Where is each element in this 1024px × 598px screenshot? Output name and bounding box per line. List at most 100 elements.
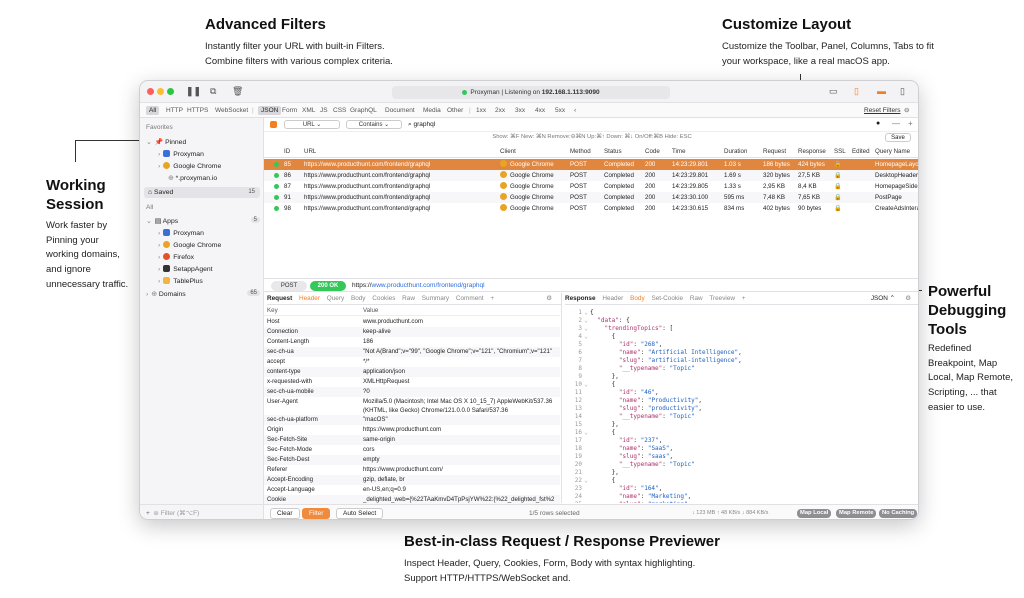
- col-time[interactable]: Time: [672, 146, 686, 158]
- header-row[interactable]: x-requested-with XMLHttpRequest: [264, 377, 560, 387]
- filter-json[interactable]: JSON: [258, 106, 282, 115]
- layout-icon[interactable]: ▭: [829, 86, 838, 97]
- header-row[interactable]: Referer https://www.producthunt.com/: [264, 465, 560, 475]
- header-row[interactable]: sec-ch-ua-platform "macOS": [264, 415, 560, 425]
- request-settings-icon[interactable]: ⚙: [546, 293, 552, 305]
- filter-https[interactable]: HTTPS: [187, 103, 208, 118]
- sidebar-item-app-tableplus[interactable]: › TablePlus: [158, 277, 203, 285]
- fold-toggle-icon[interactable]: ⌄: [582, 325, 590, 333]
- reset-filters-link[interactable]: Reset Filters: [864, 103, 900, 118]
- response-body-viewer[interactable]: 1 ⌄{2 ⌄ "data": {3 ⌄ "trendingTopics": [4 ⌄ …: [562, 305, 918, 503]
- tab-request-comment[interactable]: Comment: [456, 295, 484, 302]
- tab-response-header[interactable]: Header: [602, 295, 623, 302]
- col-url[interactable]: URL: [304, 146, 316, 158]
- sidebar-item-saved[interactable]: ⌂ Saved 15: [148, 189, 260, 196]
- tab-request-body[interactable]: Body: [351, 295, 366, 302]
- filter-1xx[interactable]: 1xx: [476, 103, 486, 118]
- fold-toggle-icon[interactable]: ⌄: [582, 477, 590, 485]
- col-id[interactable]: ID: [284, 146, 290, 158]
- header-row[interactable]: Sec-Fetch-Dest empty: [264, 455, 560, 465]
- col-ssl[interactable]: SSL: [834, 146, 846, 158]
- auto-select-button[interactable]: Auto Select: [336, 508, 384, 519]
- sidebar-item-pinned[interactable]: ⌄ 📌 Pinned: [146, 138, 186, 146]
- fold-toggle-icon[interactable]: ⌄: [582, 333, 590, 341]
- fold-toggle-icon[interactable]: ⌄: [582, 317, 590, 325]
- header-row[interactable]: Content-Length 186: [264, 337, 560, 347]
- header-row[interactable]: User-Agent Mozilla/5.0 (Macintosh; Intel …: [264, 397, 560, 415]
- filter-document[interactable]: Document: [385, 103, 415, 118]
- clear-query-icon[interactable]: ●: [876, 120, 880, 127]
- filter-4xx[interactable]: 4xx: [535, 103, 545, 118]
- sidebar-filter-input[interactable]: + ⊜ Filter (⌘⌥F): [140, 504, 264, 519]
- fold-toggle-icon[interactable]: ⌄: [582, 309, 590, 317]
- add-filter-icon[interactable]: +: [908, 119, 913, 128]
- filter-2xx[interactable]: 2xx: [495, 103, 505, 118]
- minimize-window-button[interactable]: [157, 88, 164, 95]
- save-filter-button[interactable]: Save: [885, 133, 911, 142]
- filter-other[interactable]: Other: [447, 103, 463, 118]
- tab-request-summary[interactable]: Summary: [422, 295, 449, 302]
- request-url[interactable]: https://www.producthunt.com/frontend/gra…: [352, 279, 485, 293]
- col-response[interactable]: Response: [798, 146, 826, 158]
- filter-form[interactable]: Form: [282, 103, 297, 118]
- clear-button[interactable]: Clear: [270, 508, 300, 519]
- pause-icon[interactable]: ❚❚: [186, 86, 201, 97]
- sidebar-item-app-chrome[interactable]: › Google Chrome: [158, 241, 221, 249]
- header-row[interactable]: Sec-Fetch-Mode cors: [264, 445, 560, 455]
- sidebar-item-app-firefox[interactable]: › Firefox: [158, 253, 194, 261]
- response-format-select[interactable]: JSON ⌃: [871, 293, 895, 305]
- sidebar-item-proxyman-io[interactable]: ⊕ *.proxyman.io: [168, 174, 217, 182]
- filter-js[interactable]: JS: [320, 103, 328, 118]
- filter-enabled-checkbox[interactable]: [270, 121, 277, 128]
- sidebar-item-domains[interactable]: › ⊕ Domains 65: [146, 290, 260, 298]
- filter-field-select[interactable]: URL ⌄: [284, 120, 340, 129]
- header-row[interactable]: Origin https://www.producthunt.com: [264, 425, 560, 435]
- bottom-panel-toggle-icon[interactable]: ▬: [877, 86, 886, 96]
- filter-scroll-left-icon[interactable]: ‹: [574, 103, 576, 118]
- col-request[interactable]: Request: [763, 146, 786, 158]
- map-local-badge[interactable]: Map Local: [797, 509, 832, 518]
- tab-request-query[interactable]: Query: [327, 295, 344, 302]
- filter-5xx[interactable]: 5xx: [555, 103, 565, 118]
- sidebar-item-pinned-chrome[interactable]: › Google Chrome: [158, 162, 221, 170]
- remove-filter-icon[interactable]: —: [892, 119, 900, 128]
- sidebar-item-apps[interactable]: ⌄ ▤ Apps 5: [146, 217, 260, 225]
- zoom-window-button[interactable]: [167, 88, 174, 95]
- col-code[interactable]: Code: [645, 146, 660, 158]
- right-panel-toggle-icon[interactable]: ▯: [900, 86, 905, 97]
- tab-response-treeview[interactable]: Treeview: [709, 295, 735, 302]
- header-row[interactable]: accept */*: [264, 357, 560, 367]
- col-query-name[interactable]: Query Name: [875, 146, 910, 158]
- tab-request-cookies[interactable]: Cookies: [372, 295, 395, 302]
- fold-toggle-icon[interactable]: ⌄: [582, 429, 590, 437]
- filter-http[interactable]: HTTP: [166, 103, 183, 118]
- sidebar-toggle-icon[interactable]: ▯: [854, 86, 859, 97]
- fold-toggle-icon[interactable]: ⌄: [582, 381, 590, 389]
- col-edited[interactable]: Edited: [852, 146, 870, 158]
- filter-media[interactable]: Media: [423, 103, 441, 118]
- sidebar-item-app-proxyman[interactable]: › Proxyman: [158, 229, 204, 237]
- filter-3xx[interactable]: 3xx: [515, 103, 525, 118]
- table-row[interactable]: 98 https://www.producthunt.com/frontend/g…: [264, 203, 918, 214]
- trash-icon[interactable]: 🗑: [232, 86, 243, 97]
- filter-websocket[interactable]: WebSocket: [215, 103, 248, 118]
- add-response-tab-button[interactable]: +: [742, 295, 746, 302]
- table-row[interactable]: 91 https://www.producthunt.com/frontend/g…: [264, 192, 918, 203]
- header-row[interactable]: Accept-Language en-US,en;q=0.9: [264, 485, 560, 495]
- sidebar-item-pinned-proxyman[interactable]: › Proxyman: [158, 150, 204, 158]
- tab-request-raw[interactable]: Raw: [402, 295, 415, 302]
- filter-options-icon[interactable]: ⊖: [904, 103, 909, 118]
- col-status[interactable]: Status: [604, 146, 622, 158]
- header-row[interactable]: sec-ch-ua-mobile ?0: [264, 387, 560, 397]
- header-row[interactable]: Sec-Fetch-Site same-origin: [264, 435, 560, 445]
- table-row[interactable]: 86 https://www.producthunt.com/frontend/g…: [264, 170, 918, 181]
- table-row[interactable]: 85 https://www.producthunt.com/frontend/g…: [264, 159, 918, 170]
- close-window-button[interactable]: [147, 88, 154, 95]
- header-row[interactable]: Host www.producthunt.com: [264, 317, 560, 327]
- header-row[interactable]: sec-ch-ua "Not A(Brand";v="99", "Google C…: [264, 347, 560, 357]
- compose-icon[interactable]: ⧉: [210, 86, 216, 97]
- col-method[interactable]: Method: [570, 146, 591, 158]
- tab-response-set-cookie[interactable]: Set-Cookie: [651, 295, 683, 302]
- tab-response-body[interactable]: Body: [630, 295, 645, 302]
- filter-operator-select[interactable]: Contains ⌄: [346, 120, 402, 129]
